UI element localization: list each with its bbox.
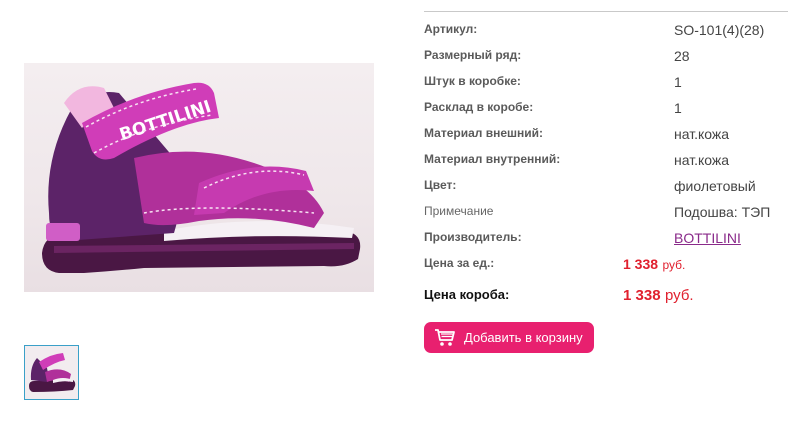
spec-divider — [424, 11, 788, 12]
spec-label: Материал внешний: — [424, 126, 544, 140]
spec-row-color: Цвет: фиолетовый — [424, 178, 788, 204]
spec-label: Артикул: — [424, 22, 478, 36]
spec-label: Примечание — [424, 204, 494, 218]
spec-value: нат.кожа — [674, 152, 730, 168]
spec-label: Цвет: — [424, 178, 457, 192]
price-box-value: 1 338 — [623, 287, 661, 304]
price-box-row: Цена короба: 1 338 руб. — [424, 287, 788, 313]
spec-label: Размерный ряд: — [424, 48, 522, 62]
manufacturer-link[interactable]: BOTTILINI — [674, 230, 741, 246]
shopping-cart-icon — [435, 328, 455, 346]
spec-row-pieces-per-box: Штук в коробке: 1 — [424, 74, 788, 100]
spec-value: нат.кожа — [674, 126, 730, 142]
price-unit-value: 1 338 — [623, 256, 659, 272]
price-box-label: Цена короба: — [424, 287, 510, 302]
product-main-image[interactable]: BOTTILINI — [24, 63, 374, 292]
price-unit-label: Цена за ед.: — [424, 256, 495, 270]
product-thumbnail[interactable] — [24, 345, 79, 400]
spec-row-outer-material: Материал внешний: нат.кожа — [424, 126, 788, 152]
add-to-cart-label: Добавить в корзину — [464, 330, 583, 345]
add-to-cart-button[interactable]: Добавить в корзину — [424, 322, 594, 353]
spec-label: Производитель: — [424, 230, 522, 244]
spec-value: 28 — [674, 48, 690, 64]
spec-value: Подошва: ТЭП — [674, 204, 771, 220]
spec-value: 1 — [674, 100, 682, 116]
price-unit-row: Цена за ед.: 1 338 руб. — [424, 256, 788, 282]
spec-value: фиолетовый — [674, 178, 756, 194]
price-box-currency: руб. — [665, 287, 694, 304]
price-unit-currency: руб. — [662, 258, 686, 272]
spec-value: 1 — [674, 74, 682, 90]
spec-row-article: Артикул: SO-101(4)(28) — [424, 22, 788, 48]
spec-row-box-layout: Расклад в коробе: 1 — [424, 100, 788, 126]
spec-label: Штук в коробке: — [424, 74, 521, 88]
spec-row-note: Примечание Подошва: ТЭП — [424, 204, 788, 230]
spec-row-manufacturer: Производитель: BOTTILINI — [424, 230, 788, 256]
spec-row-inner-material: Материал внутренний: нат.кожа — [424, 152, 788, 178]
spec-label: Расклад в коробе: — [424, 100, 534, 114]
spec-row-size-range: Размерный ряд: 28 — [424, 48, 788, 74]
thumbnail-sandal-image — [29, 353, 76, 392]
sandal-illustration: BOTTILINI — [42, 82, 361, 273]
spec-value: SO-101(4)(28) — [674, 22, 765, 38]
spec-label: Материал внутренний: — [424, 152, 561, 166]
